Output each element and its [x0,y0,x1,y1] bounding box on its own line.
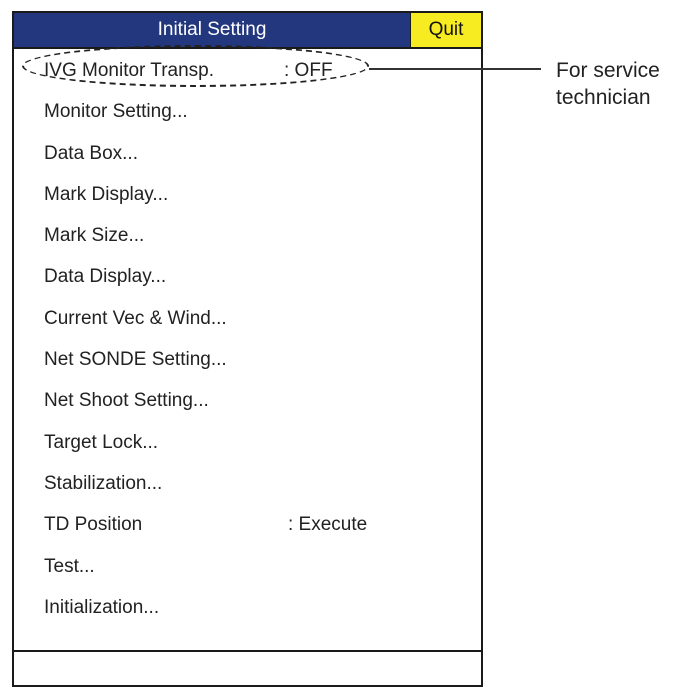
figure-canvas: Initial Setting Quit IVG Monitor Transp.… [0,0,693,691]
menu-item-label: Current Vec & Wind... [44,307,227,329]
menu-item-mark-size[interactable]: Mark Size... [14,214,481,255]
menu-item-monitor-setting[interactable]: Monitor Setting... [14,90,481,131]
callout-line-2: technician [556,86,651,109]
menu-item-current-vec-wind[interactable]: Current Vec & Wind... [14,297,481,338]
menu-item-data-display[interactable]: Data Display... [14,255,481,296]
menu-item-value: : OFF [284,60,333,81]
menu-item-label: Stabilization... [44,472,163,494]
menu-item-label: Test... [44,555,95,577]
menu-item-label: Target Lock... [44,431,159,453]
menu-item-label: Mark Display... [44,183,169,205]
menu-title: Initial Setting [14,13,410,47]
menu-item-label: Mark Size... [44,225,145,247]
menu-item-label: Monitor Setting... [44,101,188,123]
menu-item-initialization[interactable]: Initialization... [14,586,481,627]
menu-item-net-shoot-setting[interactable]: Net Shoot Setting... [14,379,481,420]
menu-item-value: : Execute [288,514,368,536]
menu-item-net-sonde-setting[interactable]: Net SONDE Setting... [14,338,481,379]
menu-item-mark-display[interactable]: Mark Display... [14,173,481,214]
menu-item-td-position[interactable]: TD Position : Execute [14,503,481,544]
menu-item-label: Data Box... [44,142,138,164]
menu-item-label: Net Shoot Setting... [44,390,209,412]
menu-item-data-box[interactable]: Data Box... [14,132,481,173]
menu-bottom-divider [14,650,481,652]
menu-item-label: Data Display... [44,266,167,288]
initial-setting-menu: Initial Setting Quit IVG Monitor Transp.… [12,11,483,687]
menu-item-label: IVG Monitor Transp. [44,60,215,81]
callout-leader-line [369,68,541,70]
menu-item-label: Net SONDE Setting... [44,349,227,371]
menu-item-stabilization[interactable]: Stabilization... [14,462,481,503]
menu-item-target-lock[interactable]: Target Lock... [14,421,481,462]
menu-item-label: Initialization... [44,596,160,618]
menu-title-bar: Initial Setting Quit [14,13,481,49]
menu-items: IVG Monitor Transp. : OFF Monitor Settin… [14,49,481,627]
quit-button[interactable]: Quit [410,13,481,47]
callout-line-1: For service [556,59,660,82]
menu-item-test[interactable]: Test... [14,545,481,586]
service-technician-callout: For service technician [556,57,660,111]
menu-item-label: TD Position [44,514,143,536]
